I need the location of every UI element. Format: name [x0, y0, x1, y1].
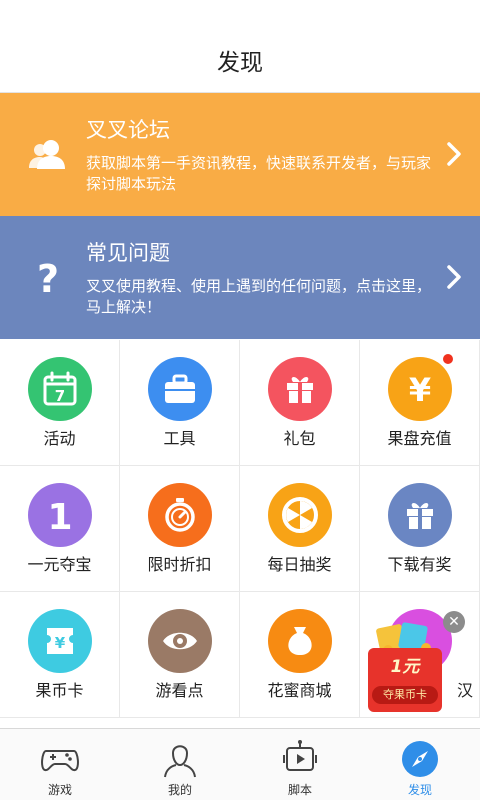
notification-badge: [441, 352, 455, 366]
grid-item-gift-pack[interactable]: 礼包: [240, 340, 360, 466]
grid-label: 每日抽奖: [267, 555, 332, 574]
yen-ticket-icon: ¥: [28, 609, 92, 673]
toolbox-icon: [148, 357, 212, 421]
grid-label: 限时折扣: [147, 555, 212, 574]
eye-icon: [148, 609, 212, 673]
faq-description: 叉叉使用教程、使用上遇到的任何问题，点击这里，马上解决！: [86, 277, 432, 316]
grid-item-one-yuan[interactable]: 1 一元夺宝: [0, 466, 120, 592]
tab-discover[interactable]: 发现: [360, 729, 480, 800]
forum-title: 叉叉论坛: [86, 118, 170, 142]
person-icon: [164, 745, 196, 778]
stopwatch-icon: [148, 483, 212, 547]
gift-icon: [268, 357, 332, 421]
grid-label: 一元夺宝: [27, 555, 92, 574]
bottom-tab-bar: 游戏 我的 脚本 发现: [0, 728, 480, 800]
page-title: 发现: [217, 50, 263, 76]
grid-item-recharge[interactable]: ¥ 果盘充值: [360, 340, 480, 466]
grid-label: 活动: [43, 429, 76, 448]
tab-scripts[interactable]: 脚本: [240, 729, 360, 800]
gift-box-icon: [388, 483, 452, 547]
promo-float[interactable]: 1元 夺果币卡 ✕: [352, 608, 470, 716]
grid-item-coin-card[interactable]: ¥ 果币卡: [0, 592, 120, 718]
faq-title: 常见问题: [86, 241, 170, 265]
calendar-icon: 7: [28, 357, 92, 421]
one-icon: 1: [28, 483, 92, 547]
grid-label: 果币卡: [35, 681, 84, 700]
robot-icon: [283, 740, 317, 771]
forum-description: 获取脚本第一手资讯教程，快速联系开发者，与玩家探讨脚本玩法: [86, 154, 432, 193]
app-header: 发现: [0, 0, 480, 93]
grid-item-download-reward[interactable]: 下载有奖: [360, 466, 480, 592]
users-icon: [29, 140, 65, 169]
promo-amount: 1元: [390, 657, 420, 677]
faq-banner[interactable]: ? 常见问题 叉叉使用教程、使用上遇到的任何问题，点击这里，马上解决！: [0, 216, 480, 339]
tab-label: 我的: [167, 783, 192, 797]
svg-text:¥: ¥: [409, 371, 431, 408]
promo-label: 夺果币卡: [372, 686, 438, 704]
compass-icon: [402, 741, 438, 777]
forum-banner[interactable]: 叉叉论坛 获取脚本第一手资讯教程，快速联系开发者，与玩家探讨脚本玩法: [0, 93, 480, 216]
grid-label: 果盘充值: [387, 429, 452, 448]
svg-text:1: 1: [47, 497, 72, 534]
svg-text:?: ?: [37, 258, 59, 298]
chevron-right-icon: [447, 265, 461, 289]
grid-item-tools[interactable]: 工具: [120, 340, 240, 466]
grid-label: 花蜜商城: [267, 681, 332, 700]
grid-item-activity[interactable]: 7 活动: [0, 340, 120, 466]
promo-card: 1元 夺果币卡: [368, 648, 442, 712]
tab-mine[interactable]: 我的: [120, 729, 240, 800]
grid-label: 游看点: [155, 681, 204, 700]
grid-item-daily-lottery[interactable]: 每日抽奖: [240, 466, 360, 592]
question-icon: ?: [37, 258, 59, 298]
gamepad-icon: [41, 750, 79, 772]
svg-text:¥: ¥: [55, 634, 66, 652]
tab-label: 脚本: [287, 783, 312, 797]
tab-label: 游戏: [47, 783, 72, 797]
tab-label: 发现: [407, 783, 432, 797]
grid-item-watch-points[interactable]: 游看点: [120, 592, 240, 718]
grid-item-nectar-mall[interactable]: 花蜜商城: [240, 592, 360, 718]
close-icon[interactable]: ✕: [443, 611, 465, 633]
svg-text:7: 7: [55, 387, 65, 405]
yen-icon: ¥: [388, 357, 452, 421]
grid-label: 工具: [163, 429, 196, 448]
grid-label: 下载有奖: [387, 555, 452, 574]
tab-games[interactable]: 游戏: [0, 729, 120, 800]
pouch-icon: [268, 609, 332, 673]
chevron-right-icon: [447, 142, 461, 166]
grid-label: 礼包: [283, 429, 316, 448]
grid-item-flash-sale[interactable]: 限时折扣: [120, 466, 240, 592]
wheel-icon: [268, 483, 332, 547]
